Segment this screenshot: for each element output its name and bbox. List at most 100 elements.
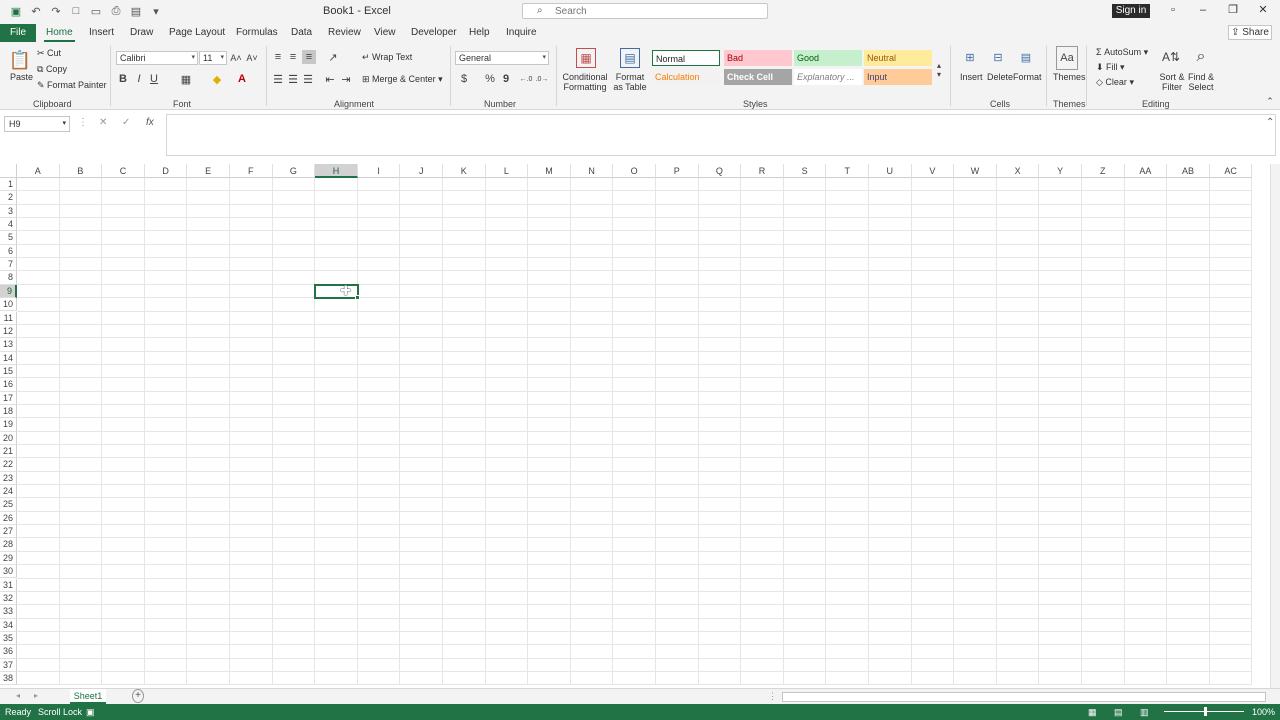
decrease-font-icon[interactable]: A˅: [246, 51, 258, 65]
column-header-n[interactable]: N: [570, 164, 614, 178]
row-header[interactable]: 21: [0, 445, 17, 459]
column-header-j[interactable]: J: [400, 164, 443, 178]
merge-center-button[interactable]: ⊞ Merge & Center ▾: [362, 74, 443, 85]
column-header-v[interactable]: V: [911, 164, 955, 178]
zoom-level[interactable]: 100%: [1252, 707, 1275, 717]
column-header-l[interactable]: L: [485, 164, 529, 178]
row-header[interactable]: 3: [0, 204, 17, 219]
formula-input[interactable]: [166, 114, 1276, 156]
align-right-icon[interactable]: ☰: [302, 72, 314, 86]
row-header[interactable]: 34: [0, 618, 17, 632]
row-header[interactable]: 8: [0, 271, 17, 285]
row-header[interactable]: 4: [0, 218, 17, 232]
close-icon[interactable]: ✕: [1256, 3, 1270, 17]
cell-style-check-cell[interactable]: Check Cell: [724, 69, 792, 85]
restore-icon[interactable]: ❐: [1226, 3, 1240, 17]
print-preview-icon[interactable]: ▤: [128, 3, 144, 19]
cell-style-normal[interactable]: Normal: [652, 50, 720, 66]
redo-icon[interactable]: ↷: [48, 3, 64, 19]
fill-color-icon[interactable]: ◆: [211, 72, 223, 86]
sort-filter-button[interactable]: Sort & Filter: [1158, 72, 1186, 92]
tab-page-layout[interactable]: Page Layout: [167, 24, 227, 42]
column-header-w[interactable]: W: [954, 164, 997, 178]
row-header[interactable]: 11: [0, 311, 17, 325]
number-format-select[interactable]: General ▾: [455, 51, 549, 65]
row-header[interactable]: 29: [0, 551, 17, 566]
conditional-formatting-button[interactable]: Conditional Formatting: [562, 72, 608, 92]
cell-style-bad[interactable]: Bad: [724, 50, 792, 66]
row-header[interactable]: 17: [0, 391, 17, 405]
confirm-entry-icon[interactable]: ✓: [122, 117, 130, 128]
align-center-icon[interactable]: ☰: [287, 72, 299, 86]
decrease-decimal-icon[interactable]: .0→: [536, 72, 549, 86]
font-family-select[interactable]: Calibri ▾: [116, 51, 198, 65]
conditional-formatting-icon[interactable]: ▦: [576, 48, 596, 68]
row-header[interactable]: 14: [0, 351, 17, 365]
tab-inquire[interactable]: Inquire: [504, 24, 539, 42]
minimize-icon[interactable]: –: [1196, 3, 1210, 17]
row-header[interactable]: 24: [0, 485, 17, 499]
orientation-icon[interactable]: ↗: [326, 50, 340, 64]
add-sheet-button[interactable]: +: [132, 689, 144, 703]
decrease-indent-icon[interactable]: ⇤: [324, 72, 336, 86]
vertical-scrollbar[interactable]: [1270, 164, 1280, 688]
autosum-button[interactable]: Σ AutoSum ▾: [1096, 47, 1148, 58]
italic-button[interactable]: I: [134, 72, 144, 86]
search-input[interactable]: [555, 5, 755, 17]
column-header-h[interactable]: H: [315, 164, 358, 178]
share-button[interactable]: ⇪ Share: [1228, 25, 1272, 40]
collapse-ribbon-icon[interactable]: ⌃: [1264, 96, 1276, 106]
column-header-o[interactable]: O: [613, 164, 656, 178]
row-header[interactable]: 30: [0, 565, 17, 579]
column-header-p[interactable]: P: [656, 164, 699, 178]
row-header[interactable]: 20: [0, 431, 17, 445]
column-header-y[interactable]: Y: [1039, 164, 1082, 178]
sheet-tab-sheet1[interactable]: Sheet1: [70, 689, 106, 704]
font-color-icon[interactable]: A: [236, 72, 248, 86]
page-break-view-icon[interactable]: ▥: [1140, 707, 1149, 718]
row-header[interactable]: 37: [0, 658, 17, 672]
row-header[interactable]: 7: [0, 258, 17, 272]
tab-review[interactable]: Review: [326, 24, 363, 42]
find-select-icon[interactable]: ⌕: [1192, 46, 1210, 68]
format-as-table-icon[interactable]: ▤: [620, 48, 640, 68]
cancel-entry-icon[interactable]: ✕: [99, 117, 107, 128]
cell-style-calculation[interactable]: Calculation: [652, 69, 720, 85]
row-header[interactable]: 6: [0, 244, 17, 259]
cell-style-neutral[interactable]: Neutral: [864, 50, 932, 66]
sign-in-button[interactable]: Sign in: [1112, 4, 1150, 18]
column-header-t[interactable]: T: [826, 164, 869, 178]
align-bottom-icon[interactable]: ≡: [302, 50, 316, 64]
font-size-select[interactable]: 11 ▾: [199, 51, 227, 65]
new-file-icon[interactable]: □: [68, 3, 84, 19]
search-box[interactable]: ⌕: [522, 3, 768, 19]
paste-button[interactable]: Paste: [10, 72, 33, 82]
styles-scroll-icon[interactable]: ▴ ▾: [934, 48, 944, 92]
tab-developer[interactable]: Developer: [409, 24, 459, 42]
row-header[interactable]: 5: [0, 231, 17, 245]
column-header-g[interactable]: G: [272, 164, 316, 178]
tab-home[interactable]: Home: [44, 24, 75, 42]
normal-view-icon[interactable]: ▦: [1088, 707, 1097, 718]
comma-style-button[interactable]: 9: [500, 72, 512, 86]
row-header[interactable]: 18: [0, 404, 17, 419]
column-header-a[interactable]: A: [17, 164, 60, 178]
format-cells-button[interactable]: Format: [1013, 72, 1042, 82]
percent-button[interactable]: %: [484, 72, 496, 86]
clear-button[interactable]: ◇ Clear ▾: [1096, 77, 1134, 88]
borders-icon[interactable]: ▦: [180, 72, 192, 86]
active-cell[interactable]: [314, 283, 359, 300]
column-header-q[interactable]: Q: [698, 164, 742, 178]
align-left-icon[interactable]: ☰: [272, 72, 284, 86]
find-select-button[interactable]: Find & Select: [1186, 72, 1216, 92]
row-header[interactable]: 36: [0, 645, 17, 659]
expand-formula-bar-icon[interactable]: ⌃: [1266, 117, 1274, 128]
tab-file[interactable]: File: [0, 24, 36, 42]
wrap-text-button[interactable]: ↵ Wrap Text: [362, 52, 412, 63]
horizontal-scrollbar[interactable]: [782, 692, 1266, 702]
worksheet-grid[interactable]: A B C D E F G H I J K L M N O P Q R S T U V W X Y Z AA AB AC 1 2 3 4 5 6 7 8…: [0, 164, 1280, 688]
tab-view[interactable]: View: [372, 24, 398, 42]
name-box[interactable]: H9 ▾: [4, 116, 70, 132]
insert-function-icon[interactable]: fx: [146, 117, 154, 128]
column-header-z[interactable]: Z: [1082, 164, 1125, 178]
